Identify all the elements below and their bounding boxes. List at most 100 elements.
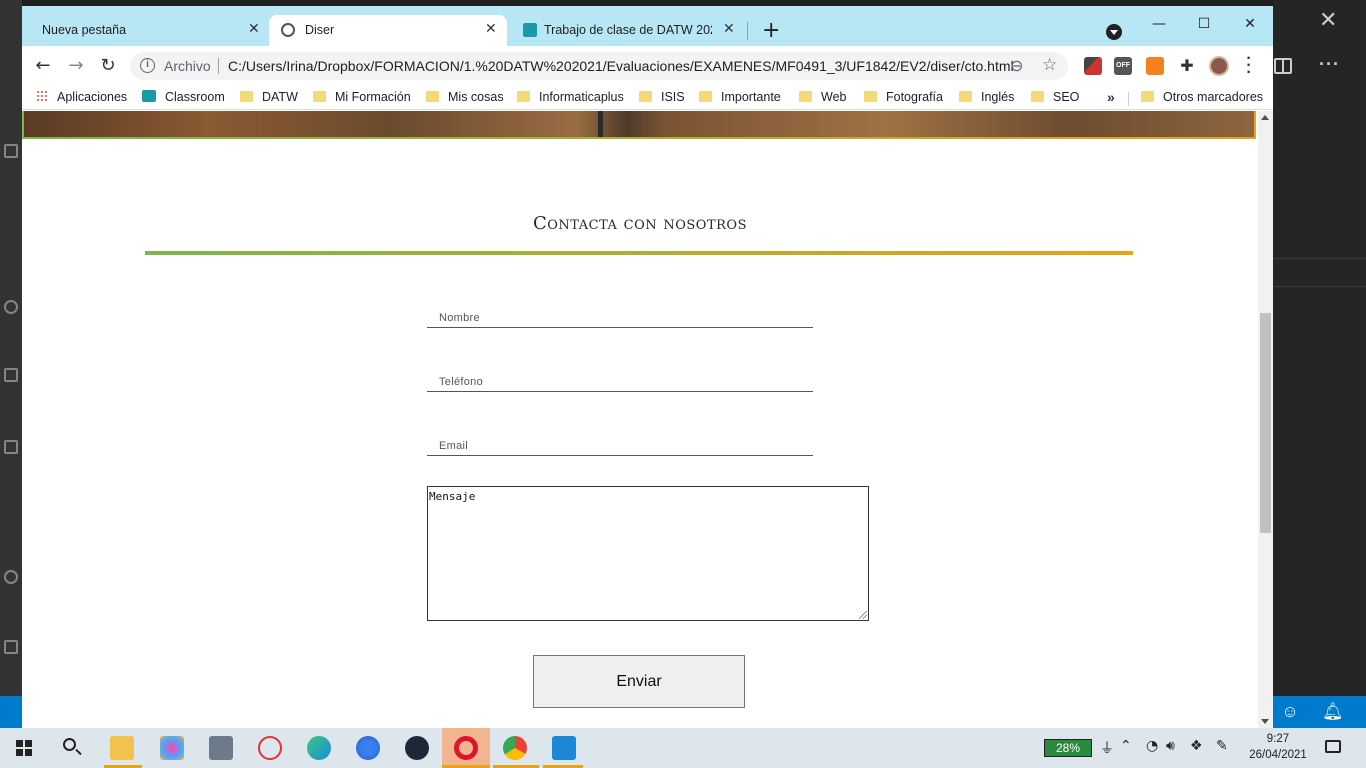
bookmark-label: ISIS (661, 90, 685, 104)
tab-nueva-pestana[interactable]: Nueva pestaña ✕ (30, 15, 268, 46)
folder-icon (864, 91, 877, 102)
phone-field[interactable]: Teléfono (427, 372, 813, 392)
minimize-button[interactable]: — (1136, 10, 1182, 38)
tab-close-icon[interactable]: ✕ (248, 21, 260, 37)
folder-icon (799, 91, 812, 102)
account-icon[interactable] (4, 570, 18, 584)
address-bar[interactable]: i Archivo C:/Users/Irina/Dropbox/FORMACI… (130, 52, 1068, 80)
tab-close-icon[interactable]: ✕ (485, 21, 497, 37)
calculator-icon[interactable] (209, 736, 233, 760)
message-textarea[interactable]: Mensaje (427, 486, 869, 621)
firefox-icon[interactable] (356, 736, 380, 760)
scrollbar-thumb[interactable] (1260, 313, 1271, 533)
scroll-down-arrow-icon[interactable] (1261, 719, 1269, 724)
title-divider (145, 251, 1133, 255)
folder-icon (699, 91, 712, 102)
opera-icon[interactable] (454, 736, 478, 760)
divider (218, 58, 219, 74)
classroom-icon (523, 23, 537, 37)
divider (1273, 286, 1366, 287)
page-scrollbar[interactable] (1258, 111, 1273, 728)
page-viewport: Contacta con nosotros Nombre Teléfono Em… (22, 111, 1258, 728)
bookmark-otros-marcadores[interactable]: Otros marcadores (1141, 90, 1263, 104)
tools-extension-icon[interactable] (1084, 57, 1102, 75)
zoom-icon[interactable]: ⊖ (1010, 56, 1023, 76)
file-explorer-icon[interactable] (110, 736, 134, 760)
more-actions-icon[interactable]: ··· (1319, 54, 1340, 75)
bookmark-importante[interactable]: Importante (699, 90, 781, 104)
name-placeholder: Nombre (439, 312, 480, 324)
info-icon[interactable]: i (140, 58, 155, 73)
power-plug-icon[interactable]: ⏚ (1100, 738, 1114, 758)
resize-grip-icon[interactable] (859, 611, 867, 619)
bookmark-mis-cosas[interactable]: Mis cosas (426, 90, 504, 104)
search-icon[interactable] (63, 738, 76, 751)
bookmark-classroom[interactable]: Classroom (142, 90, 225, 104)
system-clock[interactable]: 9:27 26/04/2021 (1246, 731, 1310, 763)
edge-icon[interactable] (307, 736, 331, 760)
notifications-bell-icon[interactable]: 🔔︎ (1322, 702, 1344, 722)
bookmark-ingles[interactable]: Inglés (959, 90, 1014, 104)
address-scheme: Archivo (164, 58, 211, 74)
name-field[interactable]: Nombre (427, 308, 813, 328)
off-extension-icon[interactable]: OFF (1114, 57, 1132, 75)
email-field[interactable]: Email (427, 436, 813, 456)
tab-separator (747, 22, 748, 40)
split-editor-icon[interactable] (1274, 58, 1292, 74)
new-tab-button[interactable]: + (762, 18, 780, 43)
puzzle-icon[interactable]: ✚ (1175, 54, 1199, 78)
wifi-icon[interactable]: ◔ (1146, 738, 1158, 754)
close-window-button[interactable]: ✕ (1227, 10, 1273, 38)
chevron-up-icon[interactable]: ⌃ (1120, 738, 1132, 754)
volume-icon[interactable]: 🔊︎ (1166, 738, 1175, 754)
bookmark-aplicaciones[interactable]: Aplicaciones (36, 90, 127, 104)
bookmark-label: Importante (721, 90, 781, 104)
battery-indicator[interactable]: 28% (1044, 739, 1092, 757)
feedback-icon[interactable]: ☺ (1280, 702, 1300, 722)
classroom-icon (142, 90, 156, 102)
bookmark-fotografia[interactable]: Fotografía (864, 90, 943, 104)
bookmarks-overflow-button[interactable]: » (1107, 89, 1115, 105)
dropbox-icon[interactable]: ❖ (1190, 738, 1203, 754)
testing-icon[interactable] (4, 440, 18, 454)
bookmark-informaticaplus[interactable]: Informaticaplus (517, 90, 624, 104)
tab-close-icon[interactable]: ✕ (723, 21, 735, 37)
steam-icon[interactable] (405, 736, 429, 760)
folder-icon (240, 91, 253, 102)
vscode-close-icon[interactable]: ✕ (1319, 8, 1337, 33)
bookmark-datw[interactable]: DATW (240, 90, 298, 104)
bookmark-mi-formacion[interactable]: Mi Formación (313, 90, 411, 104)
scroll-up-arrow-icon[interactable] (1261, 115, 1269, 120)
settings-gear-icon[interactable] (4, 640, 18, 654)
vscode-icon[interactable] (552, 736, 576, 760)
paint-icon[interactable] (160, 736, 184, 760)
windows-start-icon[interactable] (16, 740, 32, 756)
tab-diser[interactable]: Diser ✕ (269, 15, 507, 46)
more-menu-icon[interactable]: · · · (1244, 51, 1254, 81)
back-arrow-icon[interactable]: ← (31, 54, 55, 78)
bookmark-web[interactable]: Web (799, 90, 846, 104)
extensions-icon[interactable] (4, 300, 18, 314)
remote-icon[interactable] (4, 368, 18, 382)
reload-icon[interactable]: ↻ (96, 54, 120, 78)
tab-search-icon[interactable] (1106, 24, 1122, 40)
folder-icon (959, 91, 972, 102)
forward-arrow-icon[interactable]: → (64, 54, 88, 78)
submit-button[interactable]: Enviar (533, 655, 745, 708)
action-center-icon[interactable] (1325, 740, 1341, 753)
message-placeholder: Mensaje (429, 490, 476, 503)
maximize-button[interactable]: ☐ (1181, 10, 1227, 38)
orange-extension-icon[interactable] (1146, 57, 1164, 75)
tab-trabajo-de-clase[interactable]: Trabajo de clase de DATW 2021 ( ✕ (511, 15, 743, 46)
bookmark-label: Mi Formación (335, 90, 411, 104)
bookmark-seo[interactable]: SEO (1031, 90, 1079, 104)
pen-icon[interactable]: ✎ (1216, 738, 1228, 754)
snipping-tool-icon[interactable] (258, 736, 282, 760)
avatar[interactable] (1209, 56, 1229, 76)
bookmark-star-icon[interactable]: ☆ (1042, 55, 1057, 75)
bookmark-isis[interactable]: ISIS (639, 90, 685, 104)
chrome-icon[interactable] (503, 736, 527, 760)
explorer-icon[interactable] (4, 144, 18, 158)
address-url[interactable]: C:/Users/Irina/Dropbox/FORMACION/1.%20DA… (228, 58, 1014, 74)
browser-toolbar: ← → ↻ i Archivo C:/Users/Irina/Dropbox/F… (22, 46, 1273, 86)
